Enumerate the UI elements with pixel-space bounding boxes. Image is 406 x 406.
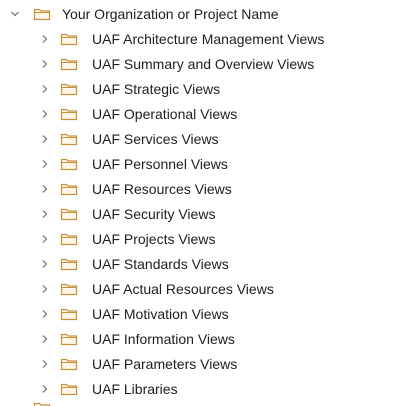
tree-node-label: UAF Security Views	[92, 206, 216, 222]
folder-icon	[60, 182, 78, 196]
project-browser-tree: Your Organization or Project Name UAF Ar…	[0, 0, 406, 406]
tree-node-label: UAF Personnel Views	[92, 156, 228, 172]
tree-root-label: Your Organization or Project Name	[62, 6, 279, 22]
chevron-right-icon[interactable]	[40, 284, 50, 294]
tree-node[interactable]: UAF Architecture Management Views	[0, 28, 406, 50]
chevron-right-icon[interactable]	[40, 184, 50, 194]
tree-node[interactable]: UAF Motivation Views	[0, 303, 406, 325]
tree-node-label: UAF Information Views	[92, 331, 235, 347]
tree-node[interactable]: UAF Operational Views	[0, 103, 406, 125]
tree-node[interactable]: UAF Parameters Views	[0, 353, 406, 375]
folder-icon	[60, 257, 78, 271]
folder-icon	[60, 107, 78, 121]
folder-icon	[60, 82, 78, 96]
tree-node[interactable]: UAF Standards Views	[0, 253, 406, 275]
folder-icon	[60, 382, 78, 396]
tree-node-label: UAF Parameters Views	[92, 356, 238, 372]
chevron-right-icon[interactable]	[40, 34, 50, 44]
tree-node-label: UAF Resources Views	[92, 181, 232, 197]
tree-node[interactable]: UAF Services Views	[0, 128, 406, 150]
tree-node-label: UAF Libraries	[92, 381, 178, 397]
chevron-right-icon[interactable]	[40, 209, 50, 219]
tree-node[interactable]: UAF Personnel Views	[0, 153, 406, 175]
folder-icon	[60, 157, 78, 171]
chevron-down-icon[interactable]	[10, 9, 20, 19]
tree-node[interactable]: UAF Security Views	[0, 203, 406, 225]
tree-node-label: UAF Projects Views	[92, 231, 216, 247]
chevron-right-icon[interactable]	[40, 334, 50, 344]
tree-node-label: UAF Motivation Views	[92, 306, 229, 322]
tree-node[interactable]: UAF Projects Views	[0, 228, 406, 250]
tree-node[interactable]: UAF Resources Views	[0, 178, 406, 200]
chevron-right-icon[interactable]	[40, 134, 50, 144]
chevron-right-icon[interactable]	[40, 234, 50, 244]
tree-node-label: UAF Services Views	[92, 131, 219, 147]
chevron-right-icon[interactable]	[40, 309, 50, 319]
chevron-right-icon[interactable]	[40, 59, 50, 69]
chevron-right-icon[interactable]	[40, 359, 50, 369]
chevron-right-icon[interactable]	[40, 109, 50, 119]
tree-node[interactable]: UAF Information Views	[0, 328, 406, 350]
tree-node[interactable]: UAF Actual Resources Views	[0, 278, 406, 300]
tree-node[interactable]: UAF Libraries	[0, 378, 406, 400]
folder-icon	[33, 401, 51, 406]
folder-icon	[60, 307, 78, 321]
chevron-right-icon[interactable]	[40, 259, 50, 269]
folder-icon	[33, 7, 51, 21]
tree-node-label: UAF Standards Views	[92, 256, 229, 272]
tree-node-label: UAF Architecture Management Views	[92, 31, 325, 47]
folder-icon	[60, 282, 78, 296]
folder-icon	[60, 132, 78, 146]
tree-node-label: UAF Operational Views	[92, 106, 238, 122]
tree-node[interactable]: UAF Strategic Views	[0, 78, 406, 100]
folder-icon	[60, 57, 78, 71]
tree-node-label: UAF Actual Resources Views	[92, 281, 274, 297]
tree-node[interactable]: UAF Summary and Overview Views	[0, 53, 406, 75]
chevron-right-icon[interactable]	[40, 84, 50, 94]
chevron-right-icon[interactable]	[40, 159, 50, 169]
folder-icon	[60, 332, 78, 346]
tree-node-label: UAF Summary and Overview Views	[92, 56, 315, 72]
chevron-right-icon[interactable]	[40, 384, 50, 394]
folder-icon	[60, 232, 78, 246]
folder-icon	[60, 207, 78, 221]
folder-icon	[60, 357, 78, 371]
folder-icon	[60, 32, 78, 46]
tree-node-label: UAF Strategic Views	[92, 81, 221, 97]
tree-root-node[interactable]: Your Organization or Project Name	[0, 3, 406, 25]
